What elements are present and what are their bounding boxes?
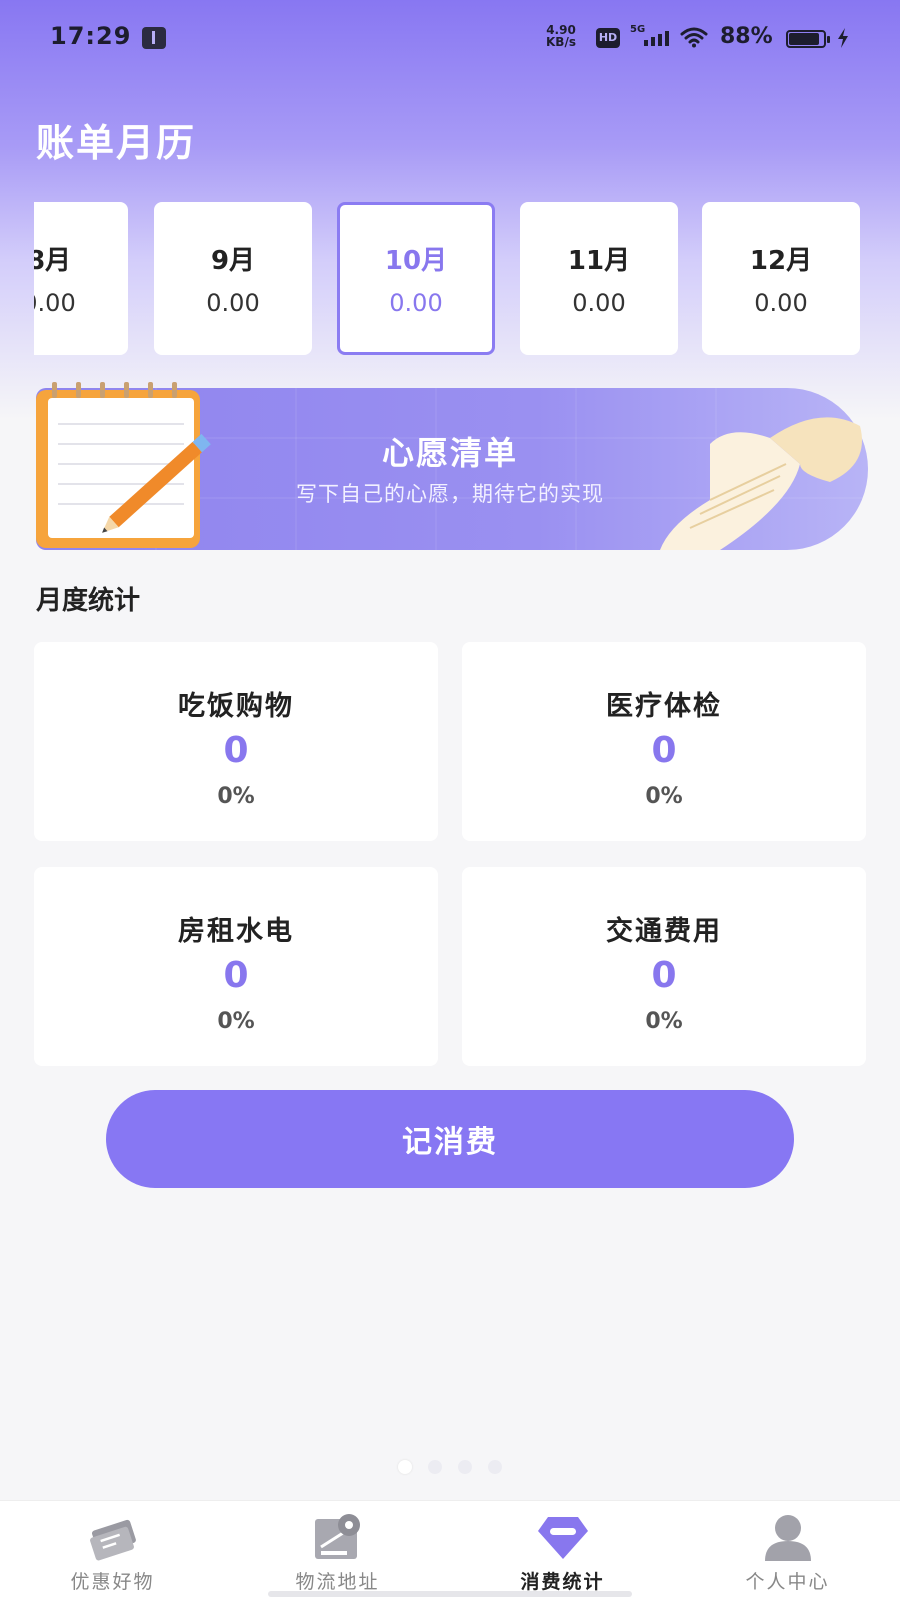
month-label: 9月	[210, 246, 256, 276]
month-card-9[interactable]: 9月 0.00	[154, 202, 312, 355]
tab-label: 消费统计	[520, 1571, 605, 1593]
month-label: 10月	[384, 246, 448, 276]
tab-label: 个人中心	[745, 1571, 830, 1593]
charging-icon	[838, 28, 848, 48]
tab-expense-stats[interactable]: 消费统计	[450, 1501, 675, 1600]
month-amount: 0.00	[572, 289, 626, 317]
month-card-8[interactable]: 8月 0.00	[34, 202, 128, 355]
stat-value: 0	[223, 730, 249, 771]
tab-deals[interactable]: 优惠好物	[0, 1501, 225, 1600]
stat-percent: 0%	[645, 784, 683, 809]
stat-value: 0	[651, 730, 677, 771]
month-label: 8月	[34, 246, 72, 276]
signal-icon: 5G	[630, 24, 672, 48]
page-title: 账单月历	[36, 121, 197, 165]
month-label: 12月	[749, 246, 813, 276]
stat-percent: 0%	[645, 1009, 683, 1034]
stat-name: 吃饭购物	[178, 691, 294, 722]
stat-name: 医疗体检	[606, 691, 722, 722]
stat-card-transport: 交通费用 0 0%	[462, 867, 866, 1066]
tab-profile[interactable]: 个人中心	[675, 1501, 900, 1600]
network-speed: 4.90 KB/s	[546, 23, 576, 49]
month-calendar-strip[interactable]: 8月 0.00 9月 0.00 10月 0.00 11月 0.00 12月 0.…	[34, 202, 866, 358]
battery-icon	[786, 30, 830, 48]
wish-list-subtitle: 写下自己的心愿，期待它的实现	[296, 482, 604, 506]
month-amount: 0.00	[389, 289, 443, 317]
wifi-icon	[680, 27, 708, 48]
status-time: 17:29	[50, 22, 132, 50]
tab-label: 优惠好物	[70, 1571, 155, 1593]
user-icon	[765, 1515, 811, 1561]
location-map-icon	[315, 1514, 360, 1559]
stat-card-rent-utilities: 房租水电 0 0%	[34, 867, 438, 1066]
tab-label: 物流地址	[295, 1571, 380, 1593]
month-amount: 0.00	[206, 289, 260, 317]
month-card-11[interactable]: 11月 0.00	[520, 202, 678, 355]
bottom-tab-bar: 优惠好物 物流地址 消费统计 个人中心	[0, 1500, 900, 1600]
monthly-stats-title: 月度统计	[36, 586, 141, 616]
home-indicator	[268, 1591, 632, 1597]
stat-card-medical: 医疗体检 0 0%	[462, 642, 866, 841]
month-amount: 0.00	[754, 289, 808, 317]
diamond-icon	[538, 1517, 588, 1559]
month-card-10[interactable]: 10月 0.00	[337, 202, 495, 355]
month-amount: 0.00	[34, 289, 76, 317]
stat-name: 房租水电	[178, 916, 294, 947]
stat-value: 0	[651, 955, 677, 996]
month-card-12[interactable]: 12月 0.00	[702, 202, 860, 355]
status-bar: 17:29 4.90 KB/s HD 5G 88%	[0, 0, 900, 78]
scroll-paper-icon	[660, 417, 862, 550]
stat-value: 0	[223, 955, 249, 996]
tab-logistics[interactable]: 物流地址	[225, 1501, 450, 1600]
usb-debug-icon	[142, 27, 166, 49]
stat-name: 交通费用	[606, 916, 722, 947]
month-label: 11月	[567, 246, 631, 276]
hd-icon: HD	[596, 28, 620, 48]
battery-percent: 88%	[720, 24, 773, 49]
stat-card-dining-shopping: 吃饭购物 0 0%	[34, 642, 438, 841]
wish-list-title: 心愿清单	[381, 434, 518, 472]
notebook-pencil-icon	[36, 382, 211, 548]
stat-percent: 0%	[217, 1009, 255, 1034]
ticket-icon	[90, 1519, 136, 1561]
stat-percent: 0%	[217, 784, 255, 809]
record-expense-button[interactable]: 记消费	[106, 1090, 794, 1188]
page-indicator	[398, 1460, 502, 1474]
